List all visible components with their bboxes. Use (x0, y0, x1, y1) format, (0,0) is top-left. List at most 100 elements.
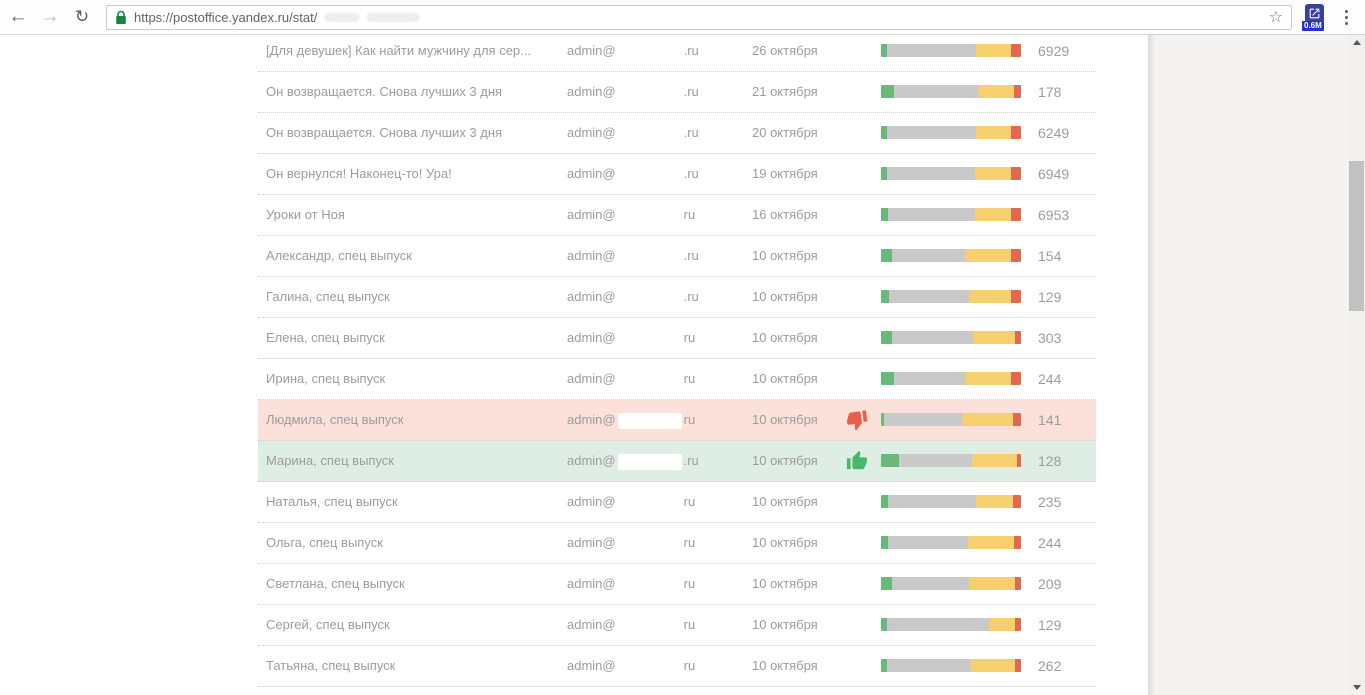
sender-email: admin@ru (567, 482, 699, 522)
campaign-row[interactable]: Сергей, спец выпуск admin@ru 10 октября … (258, 605, 1096, 646)
browser-toolbar: ← → ↻ https://postoffice.yandex.ru/stat/… (0, 0, 1365, 35)
campaign-row[interactable]: Он возвращается. Снова лучших 3 дня admi… (258, 72, 1096, 113)
campaign-row[interactable]: Елена, спец выпуск admin@ru 10 октября 3… (258, 318, 1096, 359)
send-date: 10 октября (752, 359, 818, 399)
sender-email: admin@.ru (567, 441, 699, 481)
campaign-title: Мудрости от дедушки (266, 687, 397, 695)
delivery-stats-bar (881, 536, 1021, 549)
scrollbar-thumb[interactable] (1349, 161, 1364, 311)
sender-email: admin@ru (567, 564, 699, 604)
bar-yellow-segment (978, 85, 1014, 98)
thumbs-down-icon (845, 408, 870, 433)
bar-gray-segment (888, 495, 976, 508)
delivery-stats-bar (881, 249, 1021, 262)
sender-email: admin@.ru (567, 277, 699, 317)
delivery-stats-bar (881, 331, 1021, 344)
sender-email: admin@.ru (567, 72, 699, 112)
bar-gray-segment (887, 126, 977, 139)
campaign-title: Ирина, спец выпуск (266, 359, 385, 399)
campaign-row[interactable]: Он вернулся! Наконец-то! Ура! admin@.ru … (258, 154, 1096, 195)
bar-green-segment (881, 372, 894, 385)
bar-yellow-segment (976, 44, 1011, 57)
bar-yellow-segment (962, 413, 1012, 426)
bar-gray-segment (894, 85, 978, 98)
vertical-scrollbar[interactable] (1348, 35, 1365, 695)
campaign-row[interactable]: Марина, спец выпуск admin@.ru 10 октября… (258, 441, 1096, 482)
extension-button[interactable]: 0.6M (1302, 1, 1329, 33)
campaign-row[interactable]: Татьяна, спец выпуск admin@ru 10 октября… (258, 646, 1096, 687)
sender-email: admin@ (567, 687, 699, 695)
address-bar[interactable]: https://postoffice.yandex.ru/stat/ ☆ (106, 5, 1292, 30)
email-redaction-box (618, 290, 682, 306)
campaign-title: Елена, спец выпуск (266, 318, 385, 358)
forward-button[interactable]: → (36, 3, 64, 31)
delivery-stats-bar (881, 126, 1021, 139)
bar-yellow-segment (989, 618, 1016, 631)
reload-button[interactable]: ↻ (68, 3, 96, 31)
bar-red-segment (1011, 44, 1021, 57)
bar-gray-segment (884, 413, 962, 426)
email-redaction-box (618, 167, 682, 183)
https-lock-icon (115, 10, 127, 25)
bar-red-segment (1017, 454, 1021, 467)
url-redacted-segment (325, 13, 359, 22)
url-redacted-segment (367, 13, 419, 22)
delivery-stats-bar (881, 372, 1021, 385)
send-date: 10 октября (752, 400, 818, 440)
send-date: 10 октября (752, 646, 818, 686)
campaign-row[interactable]: Галина, спец выпуск admin@.ru 10 октября… (258, 277, 1096, 318)
stat-value: 141 (1038, 400, 1061, 440)
bar-red-segment (1011, 372, 1021, 385)
delivery-stats-bar (881, 618, 1021, 631)
campaign-title: Сергей, спец выпуск (266, 605, 390, 645)
bar-red-segment (1011, 126, 1021, 139)
stat-value: 128 (1038, 441, 1061, 481)
sender-email: admin@ru (567, 523, 699, 563)
scroll-down-button[interactable] (1348, 680, 1365, 695)
stat-value: 178 (1038, 72, 1061, 112)
campaign-row[interactable]: [Для девушек] Как найти мужчину для сер.… (258, 35, 1096, 72)
sender-email: admin@.ru (567, 113, 699, 153)
campaign-row[interactable]: Светлана, спец выпуск admin@ru 10 октябр… (258, 564, 1096, 605)
bar-gray-segment (887, 167, 975, 180)
bar-green-segment (881, 249, 892, 262)
stat-value: 154 (1038, 236, 1061, 276)
scroll-up-button[interactable] (1348, 35, 1365, 50)
delivery-stats-bar (881, 495, 1021, 508)
send-date: 10 октября (752, 277, 818, 317)
bar-yellow-segment (975, 167, 1011, 180)
campaign-row[interactable]: Он возвращается. Снова лучших 3 дня admi… (258, 113, 1096, 154)
send-date: 10 октября (752, 564, 818, 604)
campaign-title: Наталья, спец выпуск (266, 482, 398, 522)
bar-red-segment (1011, 208, 1021, 221)
send-date: 10 октября (752, 236, 818, 276)
bar-yellow-segment (965, 249, 1011, 262)
campaign-row[interactable]: Мудрости от дедушки admin@ 4 октября 695… (258, 687, 1096, 695)
email-redaction-box (618, 618, 682, 634)
bar-red-segment (1015, 577, 1021, 590)
email-redaction-box (618, 85, 682, 101)
campaign-row[interactable]: Людмила, спец выпуск admin@ru 10 октября… (258, 400, 1096, 441)
campaign-row[interactable]: Ирина, спец выпуск admin@ru 10 октября 2… (258, 359, 1096, 400)
send-date: 21 октября (752, 72, 818, 112)
bar-gray-segment (892, 577, 969, 590)
campaign-row[interactable]: Уроки от Ноя admin@ru 16 октября 6953 (258, 195, 1096, 236)
back-button[interactable]: ← (4, 3, 32, 31)
send-date: 20 октября (752, 113, 818, 153)
bar-green-segment (881, 454, 899, 467)
bar-red-segment (1011, 249, 1021, 262)
email-redaction-box (618, 454, 682, 470)
url-text[interactable]: https://postoffice.yandex.ru/stat/ (134, 10, 317, 25)
campaign-row[interactable]: Ольга, спец выпуск admin@ru 10 октября 2… (258, 523, 1096, 564)
delivery-stats-bar (881, 577, 1021, 590)
delivery-stats-bar (881, 85, 1021, 98)
bar-gray-segment (899, 454, 972, 467)
browser-menu-button[interactable] (1335, 3, 1357, 31)
bookmark-star-icon[interactable]: ☆ (1269, 7, 1283, 27)
bar-red-segment (1015, 618, 1021, 631)
bar-yellow-segment (971, 659, 1016, 672)
campaign-row[interactable]: Александр, спец выпуск admin@.ru 10 октя… (258, 236, 1096, 277)
delivery-stats-bar (881, 659, 1021, 672)
bar-yellow-segment (969, 290, 1011, 303)
campaign-row[interactable]: Наталья, спец выпуск admin@ru 10 октября… (258, 482, 1096, 523)
